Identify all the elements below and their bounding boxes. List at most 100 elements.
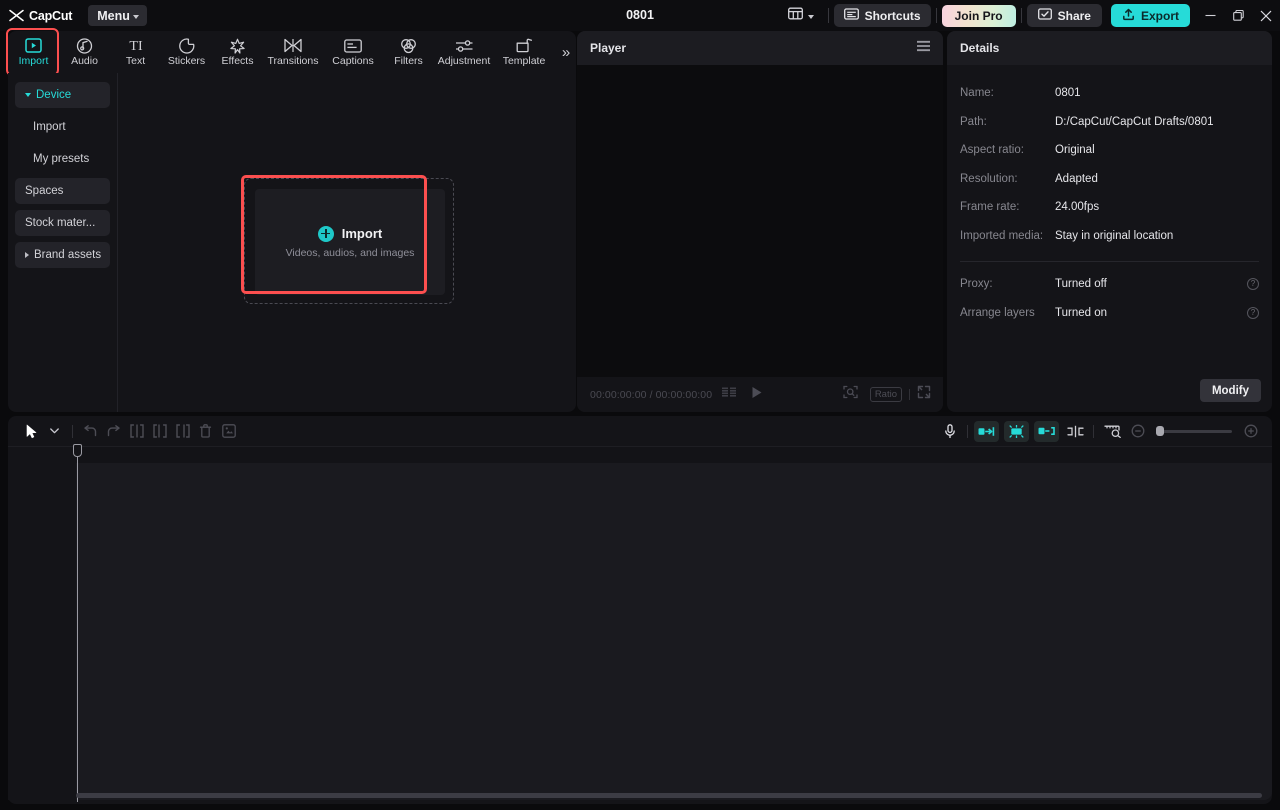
sidebar-item-my-presets[interactable]: My presets <box>15 146 110 172</box>
filters-icon <box>400 37 417 54</box>
player-canvas[interactable] <box>577 65 943 377</box>
playhead-handle[interactable] <box>73 444 82 457</box>
undo-tool[interactable] <box>79 420 102 442</box>
help-icon[interactable]: ? <box>1247 278 1259 291</box>
sidebar-item-brand-assets[interactable]: Brand assets <box>15 242 110 268</box>
adsorb-button[interactable] <box>1004 420 1029 442</box>
timeline-toolbar-right <box>938 420 1262 442</box>
sidebar-item-spaces[interactable]: Spaces <box>15 178 110 204</box>
tab-transitions[interactable]: Transitions <box>263 31 323 73</box>
details-title: Details <box>960 41 1000 55</box>
sidebar-item-import[interactable]: Import <box>15 114 110 140</box>
tab-text[interactable]: TI Text <box>110 31 161 73</box>
tab-effects[interactable]: Effects <box>212 31 263 73</box>
frames-icon[interactable] <box>722 386 737 404</box>
app-name: CapCut <box>29 8 73 23</box>
tab-import[interactable]: Import <box>8 31 59 73</box>
mirror-tool[interactable] <box>217 420 240 442</box>
select-tool[interactable] <box>20 420 43 442</box>
details-panel: Details Name: 0801 Path: D:/CapCut/CapCu… <box>947 31 1272 412</box>
import-dropzone[interactable]: Import Videos, audios, and images <box>244 178 454 304</box>
detail-key: Arrange layers <box>960 306 1035 319</box>
import-icon <box>25 37 42 54</box>
auto-snap-button[interactable] <box>974 420 999 442</box>
divider <box>935 8 937 23</box>
help-icon[interactable]: ? <box>1247 306 1259 319</box>
adjustment-icon <box>455 37 474 54</box>
fullscreen-icon[interactable] <box>917 385 931 404</box>
timeline-tracks[interactable]: Drag material here and start to create <box>76 463 1272 800</box>
maximize-button[interactable] <box>1224 0 1252 31</box>
zoom-out-icon[interactable] <box>1126 420 1149 442</box>
tab-stickers[interactable]: Stickers <box>161 31 212 73</box>
divider <box>909 389 910 400</box>
trim-left-tool[interactable] <box>148 420 171 442</box>
trim-right-tool[interactable] <box>171 420 194 442</box>
shortcuts-button[interactable]: Shortcuts <box>833 4 931 27</box>
play-icon[interactable] <box>751 386 763 404</box>
tab-adjustment[interactable]: Adjustment <box>434 31 494 73</box>
ratio-button[interactable]: Ratio <box>869 387 902 402</box>
player-header: Player <box>577 31 943 65</box>
shortcuts-label: Shortcuts <box>864 8 921 23</box>
tab-text-label: Text <box>125 55 146 67</box>
split-tool[interactable] <box>125 420 148 442</box>
tab-template[interactable]: Template <box>494 31 554 73</box>
link-button[interactable] <box>1034 420 1059 442</box>
timeline-ruler[interactable] <box>8 446 1272 464</box>
audio-icon <box>76 37 93 54</box>
layout-icon <box>787 7 803 25</box>
detail-row-resolution: Resolution: Adapted <box>960 165 1259 194</box>
more-tabs-button[interactable]: » <box>556 31 576 73</box>
close-button[interactable] <box>1252 0 1280 31</box>
sidebar-item-device[interactable]: Device <box>15 82 110 108</box>
menu-label: Menu <box>97 8 130 23</box>
hamburger-icon[interactable] <box>916 39 931 57</box>
triangle-down-icon <box>25 93 31 97</box>
sidebar-item-stock-materials[interactable]: Stock mater... <box>15 210 110 236</box>
delete-tool[interactable] <box>194 420 217 442</box>
detail-row-imported-media: Imported media: Stay in original locatio… <box>960 222 1259 251</box>
detail-row-frame-rate: Frame rate: 24.00fps <box>960 193 1259 222</box>
menu-button[interactable]: Menu <box>88 5 147 26</box>
tab-captions[interactable]: Captions <box>323 31 383 73</box>
player-panel: Player 00:00:00:00 / 00:00:00:00 Ratio <box>577 31 943 412</box>
tab-import-label: Import <box>18 55 49 67</box>
zoom-slider-handle[interactable] <box>1156 426 1164 436</box>
record-voiceover-button[interactable] <box>938 420 961 442</box>
tab-audio[interactable]: Audio <box>59 31 110 73</box>
timeline-panel: Drag material here and start to create <box>8 416 1272 804</box>
minimize-button[interactable] <box>1196 0 1224 31</box>
sidebar-item-label: Stock mater... <box>25 217 96 229</box>
player-controls: 00:00:00:00 / 00:00:00:00 Ratio <box>577 377 943 412</box>
redo-tool[interactable] <box>102 420 125 442</box>
fit-timeline-button[interactable] <box>1100 420 1126 442</box>
import-button[interactable]: Import Videos, audios, and images <box>255 189 445 295</box>
cut-marker-button[interactable] <box>1064 420 1087 442</box>
zoom-in-icon[interactable] <box>1239 420 1262 442</box>
timeline-horizontal-scrollbar[interactable] <box>76 793 1262 798</box>
plus-circle-icon <box>317 225 334 242</box>
chevron-down-icon <box>132 14 139 19</box>
detail-row-proxy: Proxy: Turned off ? <box>960 270 1259 299</box>
transitions-icon <box>284 37 302 54</box>
sidebar-item-label: Brand assets <box>34 249 102 261</box>
join-pro-button[interactable]: Join Pro <box>941 4 1016 27</box>
share-button[interactable]: Share <box>1026 4 1102 27</box>
tool-dropdown[interactable] <box>43 420 66 442</box>
divider <box>1093 424 1094 438</box>
ruler-left-spacer <box>8 447 76 464</box>
detail-value: 24.00fps <box>1055 201 1100 214</box>
timeline-zoom-slider[interactable] <box>1156 426 1232 436</box>
modify-button[interactable]: Modify <box>1199 379 1261 402</box>
tab-filters[interactable]: Filters <box>383 31 434 73</box>
timeline-playhead[interactable] <box>73 444 82 802</box>
detail-key: Resolution: <box>960 172 1018 185</box>
layout-switch-button[interactable] <box>779 5 823 27</box>
export-button[interactable]: Export <box>1110 4 1190 27</box>
share-label: Share <box>1057 8 1091 23</box>
zoom-fit-icon[interactable] <box>843 385 858 404</box>
divider <box>960 261 1259 262</box>
text-icon: TI <box>125 37 147 54</box>
tab-audio-label: Audio <box>71 55 98 67</box>
